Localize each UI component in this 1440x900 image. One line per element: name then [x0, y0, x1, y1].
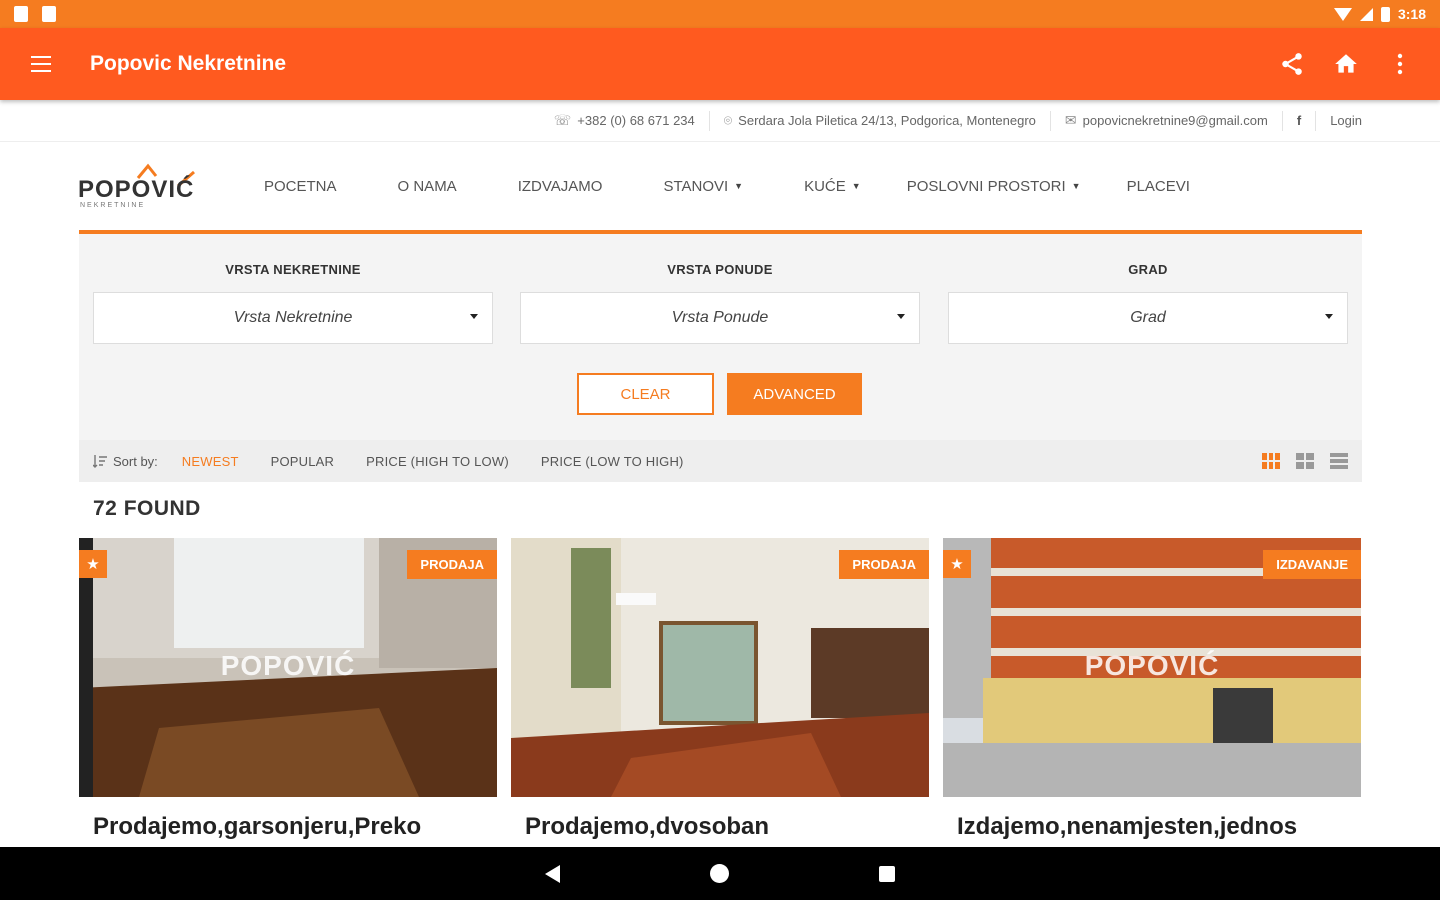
sort-price-low-high[interactable]: PRICE (LOW TO HIGH)	[541, 454, 684, 469]
app-title: Popovic Nekretnine	[90, 52, 287, 75]
grid-2-view-icon[interactable]	[1296, 453, 1314, 469]
caret-down-icon: ▼	[1071, 181, 1081, 191]
recent-apps-icon[interactable]	[879, 865, 895, 882]
star-icon[interactable]: ★	[943, 550, 971, 578]
nav-pocetna[interactable]: POCETNA	[264, 178, 337, 195]
dropdown-arrow-icon	[897, 314, 905, 319]
logo-watermark: POPOVIĆ	[1084, 650, 1220, 681]
site-logo[interactable]: POPOVIĆ NEKRETNINE	[78, 160, 208, 210]
sort-bar: Sort by: NEWEST POPULAR PRICE (HIGH TO L…	[79, 440, 1362, 482]
nav-izdvajamo[interactable]: IZDVAJAMO	[518, 178, 603, 195]
field-label: VRSTA NEKRETNINE	[225, 262, 361, 277]
contact-address: ⌾ Serdara Jola Piletica 24/13, Podgorica…	[710, 110, 1051, 131]
phone-icon: ☏	[553, 112, 572, 128]
listing-title[interactable]: Prodajemo,dvosoban	[511, 813, 929, 841]
caret-down-icon: ▼	[734, 181, 744, 191]
system-nav-bar	[0, 847, 1440, 900]
logo-watermark: POPOVIĆ	[220, 650, 356, 681]
sort-popular[interactable]: POPULAR	[271, 454, 335, 469]
clear-button[interactable]: CLEAR	[577, 373, 714, 415]
contact-bar: ☏ +382 (0) 68 671 234 ⌾ Serdara Jola Pil…	[0, 100, 1440, 142]
back-icon[interactable]	[545, 864, 560, 883]
notification-icon	[14, 6, 28, 22]
city-select[interactable]: Grad	[948, 292, 1348, 344]
main-nav: POPOVIĆ NEKRETNINE POCETNA O NAMA IZDVAJ…	[0, 142, 1440, 230]
listing-badge: PRODAJA	[839, 550, 929, 579]
offer-type-select[interactable]: Vrsta Ponude	[520, 292, 920, 344]
contact-phone[interactable]: ☏ +382 (0) 68 671 234	[540, 110, 710, 131]
listing-photo[interactable]: PRODAJA	[511, 538, 929, 797]
share-icon[interactable]	[1276, 48, 1308, 80]
list-view-icon[interactable]	[1330, 453, 1348, 469]
more-vert-icon[interactable]	[1384, 48, 1416, 80]
dropdown-arrow-icon	[1325, 314, 1333, 319]
login-link[interactable]: Login	[1316, 111, 1362, 131]
nav-poslovni-prostori[interactable]: POSLOVNI PROSTORI ▼	[907, 178, 1081, 195]
listing-badge: IZDAVANJE	[1263, 550, 1361, 579]
sort-price-high-low[interactable]: PRICE (HIGH TO LOW)	[366, 454, 509, 469]
location-icon: ⌾	[723, 112, 733, 128]
notification-icon-2	[42, 6, 56, 22]
sort-label: Sort by:	[93, 454, 158, 469]
listing-card[interactable]: POPOVIĆ ★ PRODAJA Prodajemo,garsonjeru,P…	[79, 538, 497, 848]
listing-photo[interactable]: POPOVIĆ ★ IZDAVANJE	[943, 538, 1361, 797]
nav-stanovi[interactable]: STANOVI ▼	[663, 178, 743, 195]
battery-icon	[1380, 6, 1390, 22]
mail-icon: ✉	[1064, 112, 1077, 128]
sort-newest[interactable]: NEWEST	[182, 454, 239, 469]
wifi-icon	[1333, 7, 1352, 21]
grid-3-view-icon[interactable]	[1262, 453, 1280, 469]
property-type-select[interactable]: Vrsta Nekretnine	[93, 292, 493, 344]
menu-icon[interactable]	[0, 28, 82, 100]
caret-down-icon: ▼	[851, 181, 861, 191]
field-label: GRAD	[1128, 262, 1168, 277]
nav-kuce[interactable]: KUĆE ▼	[804, 178, 861, 195]
nav-o-nama[interactable]: O NAMA	[398, 178, 457, 195]
status-bar: 3:18	[0, 0, 1440, 28]
facebook-icon: f	[1296, 113, 1302, 128]
dropdown-arrow-icon	[470, 314, 478, 319]
listing-card[interactable]: PRODAJA Prodajemo,dvosoban	[511, 538, 929, 848]
status-time: 3:18	[1397, 6, 1426, 22]
listing-badge: PRODAJA	[407, 550, 497, 579]
listing-photo[interactable]: POPOVIĆ ★ PRODAJA	[79, 538, 497, 797]
facebook-link[interactable]: f	[1283, 110, 1317, 131]
home-button-icon[interactable]	[710, 864, 729, 883]
app-bar: Popovic Nekretnine	[0, 28, 1440, 100]
results-count: 72 FOUND	[93, 497, 201, 520]
signal-icon	[1359, 7, 1373, 21]
contact-email[interactable]: ✉ popovicnekretnine9@gmail.com	[1051, 110, 1283, 131]
property-type-field: VRSTA NEKRETNINE Vrsta Nekretnine	[93, 262, 493, 344]
star-icon[interactable]: ★	[79, 550, 107, 578]
city-field: GRAD Grad	[948, 262, 1348, 344]
nav-placevi[interactable]: PLACEVI	[1127, 178, 1190, 195]
home-icon[interactable]	[1330, 48, 1362, 80]
search-panel: VRSTA NEKRETNINE Vrsta Nekretnine VRSTA …	[79, 230, 1362, 440]
field-label: VRSTA PONUDE	[667, 262, 773, 277]
offer-type-field: VRSTA PONUDE Vrsta Ponude	[520, 262, 920, 344]
sort-icon	[93, 455, 107, 468]
listing-title[interactable]: Prodajemo,garsonjeru,Preko	[79, 813, 497, 841]
listing-title[interactable]: Izdajemo,nenamjesten,jednos	[943, 813, 1361, 841]
advanced-button[interactable]: ADVANCED	[727, 373, 862, 415]
listing-card[interactable]: POPOVIĆ ★ IZDAVANJE Izdajemo,nenamjesten…	[943, 538, 1361, 848]
